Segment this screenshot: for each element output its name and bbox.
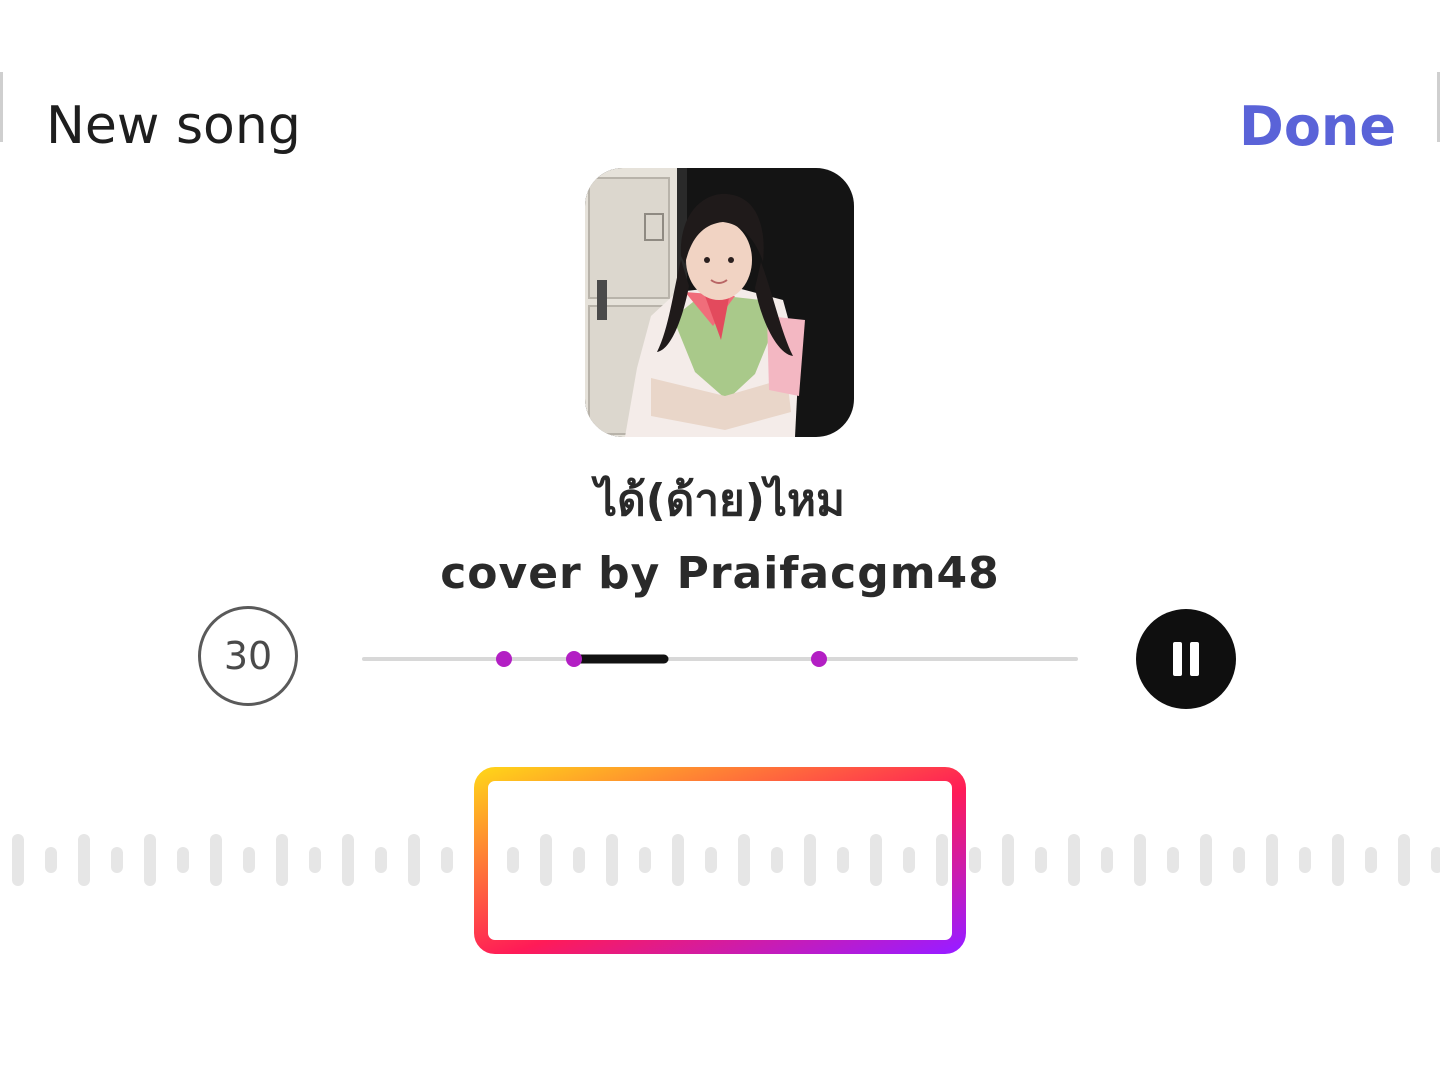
left-edge-divider [0, 72, 3, 142]
waveform-bar [1167, 847, 1179, 873]
scrubber-marker [566, 651, 582, 667]
waveform-bar [441, 847, 453, 873]
waveform-bar [1035, 847, 1047, 873]
waveform-bar [1365, 847, 1377, 873]
waveform-bar [12, 834, 24, 886]
waveform-bar [903, 847, 915, 873]
waveform-bar [1002, 834, 1014, 886]
song-title: ได้(ด้าย)ไหม [594, 475, 846, 526]
waveform-bar [738, 834, 750, 886]
waveform-bar [408, 834, 420, 886]
music-picker-screen: New song Done ได้(ด้าย)ไหม cover by Prai… [0, 0, 1440, 1080]
scrubber-marker [496, 651, 512, 667]
waveform-bar [309, 847, 321, 873]
waveform-selector[interactable] [0, 760, 1440, 960]
waveform-bar [804, 834, 816, 886]
waveform-bar [243, 847, 255, 873]
waveform-bar [639, 847, 651, 873]
waveform-bar [1200, 834, 1212, 886]
pause-icon [1169, 642, 1203, 676]
header-title: New song [46, 96, 301, 156]
waveform-selection-frame [474, 767, 966, 954]
waveform-bar [837, 847, 849, 873]
waveform-bar [507, 847, 519, 873]
waveform-bar [1431, 847, 1440, 873]
waveform-bar [342, 834, 354, 886]
waveform-bar [375, 847, 387, 873]
waveform-bar [969, 847, 981, 873]
waveform-bar [111, 847, 123, 873]
scrubber-marker [811, 651, 827, 667]
waveform-bar [573, 847, 585, 873]
done-button[interactable]: Done [1239, 100, 1396, 154]
waveform-bar [1233, 847, 1245, 873]
waveform-bar [144, 834, 156, 886]
waveform-bar [672, 834, 684, 886]
waveform-bar [771, 847, 783, 873]
pause-button[interactable] [1136, 609, 1236, 709]
album-cover [585, 168, 854, 437]
waveform-bar [1134, 834, 1146, 886]
waveform-bar [870, 834, 882, 886]
waveform-bar [45, 847, 57, 873]
waveform-bar [177, 847, 189, 873]
waveform-bar [936, 834, 948, 886]
waveform-bar [540, 834, 552, 886]
waveform-bar [1101, 847, 1113, 873]
waveform-bar [606, 834, 618, 886]
waveform-bar [276, 834, 288, 886]
waveform-bar [705, 847, 717, 873]
waveform-bar [78, 834, 90, 886]
waveform-bar [1398, 834, 1410, 886]
waveform-bar [1068, 834, 1080, 886]
waveform-bars [12, 834, 1440, 886]
waveform-bar [1266, 834, 1278, 886]
song-artist: cover by Praifacgm48 [440, 548, 1000, 599]
waveform-bar [210, 834, 222, 886]
waveform-bar [1332, 834, 1344, 886]
waveform-bar [1299, 847, 1311, 873]
